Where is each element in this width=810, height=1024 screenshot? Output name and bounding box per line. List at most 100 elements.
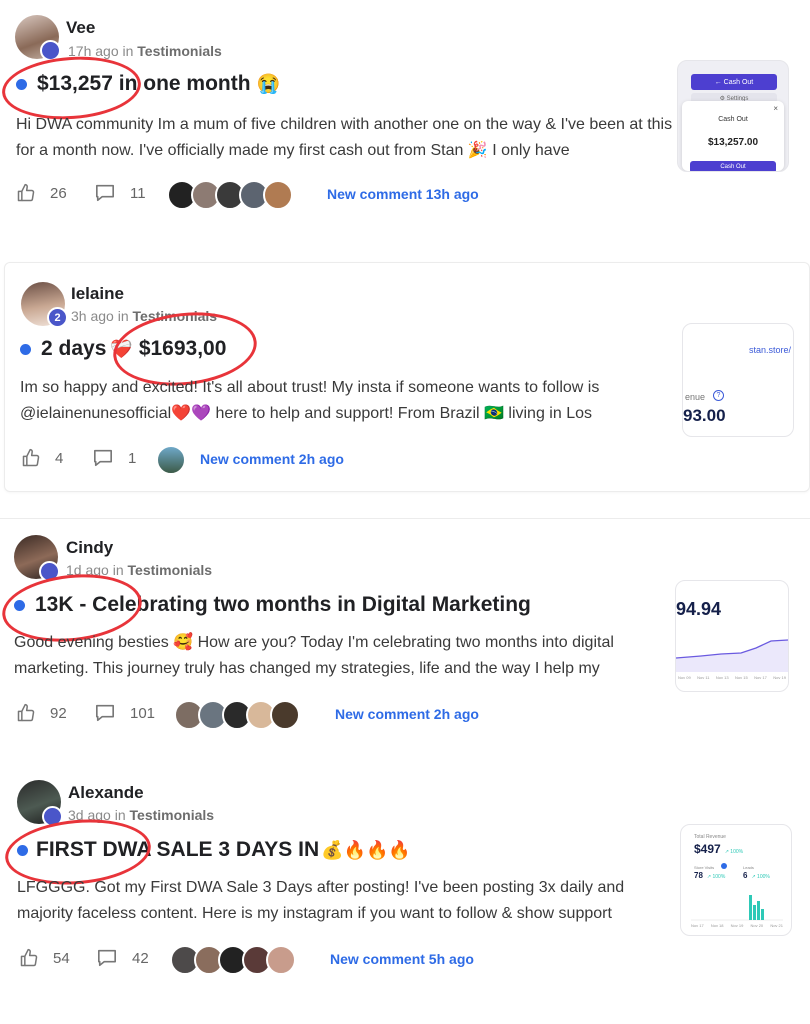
category-link[interactable]: Testimonials [130, 807, 215, 823]
chart-bar [753, 905, 756, 920]
post-thumbnail[interactable]: 94.94 Nov 09 Nov 11 Nov 13 Nov 15 Nov 17… [675, 580, 789, 692]
axis-label: Nov 17 [754, 675, 767, 680]
post-title[interactable]: FIRST DWA SALE 3 DAYS IN 💰🔥🔥🔥 [17, 838, 411, 862]
chart-axis-labels: Nov 09 Nov 11 Nov 13 Nov 15 Nov 17 Nov 1… [678, 675, 786, 680]
author-name[interactable]: Vee [66, 18, 95, 38]
leads-change: ↗ 100% [751, 874, 770, 880]
comment-bubble-icon [96, 184, 114, 202]
post-meta: 3h ago in Testimonials [71, 308, 217, 324]
like-count: 26 [50, 184, 67, 202]
post-thumbnail[interactable]: Total Revenue $497 ↗ 100% Store Visits 7… [680, 824, 792, 936]
avatar [263, 180, 293, 210]
post-thumbnail[interactable]: stan.store/ enue ? 93.00 [682, 323, 794, 437]
post-title[interactable]: 13K - Celebrating two months in Digital … [14, 593, 531, 617]
comment-button[interactable]: 42 [96, 948, 149, 968]
new-comment-link[interactable]: New comment 5h ago [330, 951, 474, 967]
axis-label: Nov 17 [691, 923, 704, 928]
like-button[interactable]: 92 [16, 703, 67, 723]
unread-dot [17, 844, 28, 856]
store-visits-row: 78 ↗ 100% [694, 871, 725, 880]
store-visits-value: 78 [694, 871, 703, 880]
new-comment-link[interactable]: New comment 13h ago [327, 186, 479, 202]
commenter-avatars[interactable] [156, 445, 186, 475]
in-word: in [112, 562, 124, 578]
commenter-avatars[interactable] [174, 700, 300, 730]
post-excerpt: Im so happy and excited! It's all about … [20, 379, 600, 422]
axis-label: Nov 18 [710, 923, 724, 928]
leads-row: 6 ↗ 100% [743, 871, 770, 880]
post-title-emoji: ❤️‍🩹 [110, 338, 133, 359]
category-link[interactable]: Testimonials [133, 308, 218, 324]
avatar [270, 700, 300, 730]
post-title-emoji: 💰🔥🔥🔥 [321, 839, 411, 860]
like-button[interactable]: 4 [21, 448, 63, 468]
unread-dot [20, 343, 31, 355]
commenter-avatars[interactable] [170, 945, 296, 975]
author-name[interactable]: Alexande [68, 783, 144, 803]
post-excerpt: Good evening besties 🥰 How are you? Toda… [14, 634, 614, 677]
unread-dot [16, 78, 27, 90]
leads-label: Leads [743, 865, 754, 870]
like-button[interactable]: 54 [19, 948, 70, 968]
axis-label: Nov 13 [715, 675, 729, 680]
axis-label: Nov 11 [697, 675, 710, 680]
post-title-text: $13,257 in one month [37, 72, 251, 95]
post-card[interactable]: Vee 17h ago in Testimonials $13,257 in o… [0, 0, 810, 235]
category-link[interactable]: Testimonials [137, 43, 222, 59]
post-thumbnail[interactable]: ← Cash Out ⚙ Settings × Cash Out $13,257… [677, 60, 789, 172]
axis-label: Nov 19 [730, 923, 744, 928]
comment-count: 11 [130, 184, 146, 202]
post-meta: 17h ago in Testimonials [68, 43, 222, 59]
like-button[interactable]: 26 [16, 183, 67, 203]
post-meta: 1d ago in Testimonials [66, 562, 212, 578]
close-icon: × [773, 104, 778, 113]
avatar [156, 445, 186, 475]
post-time: 3h ago [71, 308, 114, 324]
cash-out-top-button: ← Cash Out [691, 74, 777, 90]
comment-button[interactable]: 101 [94, 703, 155, 723]
comment-button[interactable]: 11 [94, 183, 146, 203]
category-link[interactable]: Testimonials [128, 562, 213, 578]
like-count: 4 [55, 449, 64, 467]
post-time: 1d ago [66, 562, 109, 578]
post-card[interactable]: 2 Ielaine 3h ago in Testimonials 2 days … [4, 262, 810, 492]
in-word: in [114, 807, 126, 823]
commenter-avatars[interactable] [167, 180, 293, 210]
comment-bubble-icon [96, 704, 114, 722]
total-revenue-label: Total Revenue [694, 834, 726, 840]
post-title[interactable]: 2 days ❤️‍🩹 $1693,00 [20, 337, 226, 361]
total-revenue-value: $497 [694, 842, 721, 856]
chart-bar [749, 895, 752, 920]
store-visits-label: Store Visits [694, 865, 715, 870]
comment-bubble-icon [94, 449, 112, 467]
comment-count: 1 [128, 449, 137, 467]
in-word: in [122, 43, 134, 59]
thumbs-up-icon [22, 448, 40, 467]
author-name[interactable]: Ielaine [71, 284, 124, 304]
post-card[interactable]: Cindy 1d ago in Testimonials 13K - Celeb… [0, 518, 810, 751]
revenue-bar-chart [691, 895, 783, 921]
new-comment-link[interactable]: New comment 2h ago [335, 706, 479, 722]
store-visits-change: ↗ 100% [706, 874, 726, 880]
in-word: in [117, 308, 129, 324]
info-icon: ? [713, 390, 724, 401]
thumbs-up-icon [20, 948, 38, 967]
cash-out-modal: × Cash Out $13,257.00 Cash Out [682, 101, 784, 171]
cash-out-amount: $13,257.00 [707, 137, 759, 148]
author-name[interactable]: Cindy [66, 538, 113, 558]
axis-label: Nov 20 [750, 923, 764, 928]
post-card[interactable]: Alexande 3d ago in Testimonials FIRST DW… [0, 760, 810, 1000]
thumbs-up-icon [17, 183, 35, 202]
post-time: 17h ago [68, 43, 119, 59]
store-visits-dot [721, 863, 727, 869]
post-title-text: 2 days [41, 337, 107, 360]
comment-button[interactable]: 1 [92, 448, 136, 468]
revenue-line-chart [676, 639, 788, 672]
axis-label: Nov 15 [735, 675, 748, 680]
post-title[interactable]: $13,257 in one month 😭 [16, 72, 280, 96]
new-comment-link[interactable]: New comment 2h ago [200, 451, 344, 467]
modal-title: Cash Out [718, 116, 748, 123]
unread-dot [14, 599, 25, 611]
post-title-amount: $1693,00 [138, 337, 227, 360]
avatar [266, 945, 296, 975]
